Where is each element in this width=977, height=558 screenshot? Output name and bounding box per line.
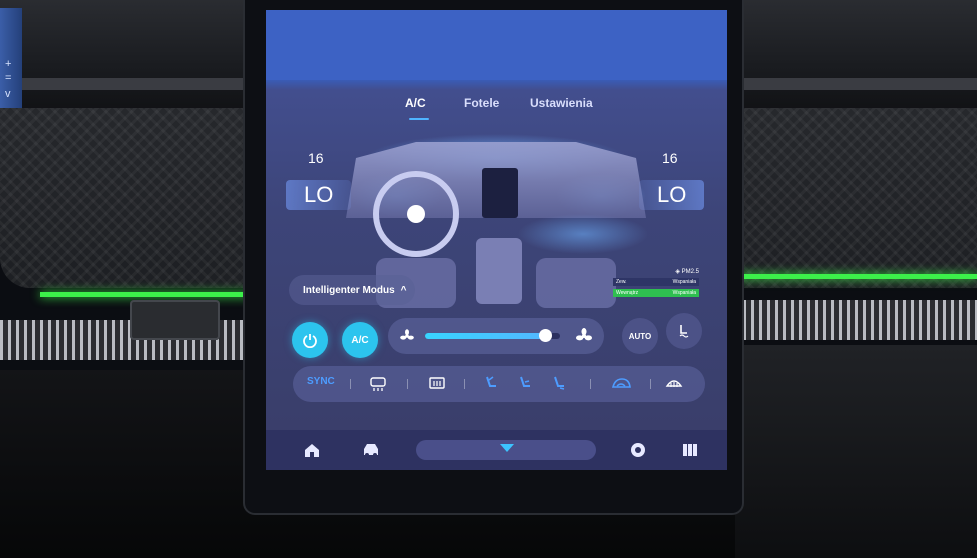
tab-seats[interactable]: Fotele	[464, 96, 499, 110]
steering-hub-shape	[407, 205, 425, 223]
center-console-shape	[476, 238, 522, 304]
power-icon	[303, 334, 317, 348]
dashboard-fabric-right	[725, 108, 977, 288]
dashboard-fabric-left	[0, 108, 250, 288]
pm25-row-outside: Zew. Wspaniała	[613, 278, 699, 286]
driver-display-glyph: v	[5, 88, 11, 100]
fan-speed-control	[388, 318, 604, 354]
driver-display-glyph: =	[5, 72, 12, 84]
divider	[350, 379, 351, 389]
divider	[590, 379, 591, 389]
ac-button[interactable]: A/C	[342, 322, 378, 358]
dashboard-lower-right	[735, 345, 977, 558]
airflow-toolbar: SYNC	[293, 366, 705, 402]
fan-speed-slider[interactable]	[425, 329, 560, 342]
climate-tabs: A/C Fotele Ustawienia	[266, 92, 727, 122]
right-seat-shape	[536, 258, 616, 308]
divider	[464, 379, 465, 389]
phone-cradle	[130, 300, 220, 340]
seat-face-airflow-icon[interactable]	[483, 375, 499, 393]
fan-speed-knob[interactable]	[539, 329, 553, 342]
fan-speed-fill	[425, 333, 546, 339]
pm25-header: ◈ PM2.5	[675, 269, 699, 275]
tab-ac[interactable]: A/C	[405, 96, 426, 110]
pm25-row-inside: Wewnątrz Wspaniała	[613, 289, 699, 297]
divider	[407, 379, 408, 389]
left-temp-display[interactable]: LO	[286, 180, 352, 210]
divider	[650, 379, 651, 389]
rear-defrost-icon[interactable]	[370, 377, 386, 391]
footwell-glow	[518, 214, 648, 254]
ambient-light-right	[735, 274, 977, 279]
recirculation-icon[interactable]	[611, 377, 631, 391]
infotainment-screen: A/C Fotele Ustawienia 16 LO 16 LO Intell…	[266, 10, 727, 470]
right-temp-value: 16	[662, 150, 678, 166]
front-heat-icon[interactable]	[429, 377, 445, 391]
left-temp-value: 16	[308, 150, 324, 166]
air-vent-right	[735, 300, 977, 340]
expand-handle[interactable]	[416, 440, 596, 460]
fan-low-icon[interactable]	[400, 329, 414, 343]
chevron-up-icon: ^	[400, 284, 407, 296]
pm25-panel: ◈ PM2.5 Zew. Wspaniała Wewnątrz Wspaniał…	[613, 268, 699, 297]
right-temp-display[interactable]: LO	[639, 180, 705, 210]
climate-mode-label: Intelligenter Modus	[303, 284, 395, 296]
center-display-shape	[482, 168, 518, 218]
screen-top-area	[266, 10, 727, 80]
chevron-down-icon	[500, 444, 514, 452]
car-icon[interactable]	[361, 442, 381, 458]
home-icon[interactable]	[303, 442, 321, 458]
active-tab-indicator	[409, 118, 429, 120]
tab-settings[interactable]: Ustawienia	[530, 96, 593, 110]
fan-high-icon[interactable]	[576, 328, 592, 344]
bottom-nav	[266, 430, 727, 470]
seat-feet-airflow-icon[interactable]	[551, 375, 567, 393]
seat-climate-icon	[679, 325, 689, 338]
seat-body-airflow-icon[interactable]	[517, 375, 533, 393]
ambient-light-left	[40, 292, 252, 297]
pm25-row-value: Wspaniała	[672, 279, 696, 285]
climate-mode-button[interactable]: Intelligenter Modus ^	[289, 275, 415, 305]
driver-display-glyph: +	[5, 58, 12, 70]
camera-icon[interactable]	[630, 442, 646, 458]
front-defrost-icon[interactable]	[665, 376, 683, 390]
auto-button[interactable]: AUTO	[622, 318, 658, 354]
apps-icon[interactable]	[682, 442, 698, 458]
seat-climate-button[interactable]	[666, 313, 702, 349]
pm25-row-label: Zew.	[616, 279, 627, 285]
pm25-row-value: Wspaniała	[672, 290, 696, 296]
pm25-row-label: Wewnątrz	[616, 290, 639, 296]
sync-button[interactable]: SYNC	[307, 376, 335, 387]
power-button[interactable]	[292, 322, 328, 358]
